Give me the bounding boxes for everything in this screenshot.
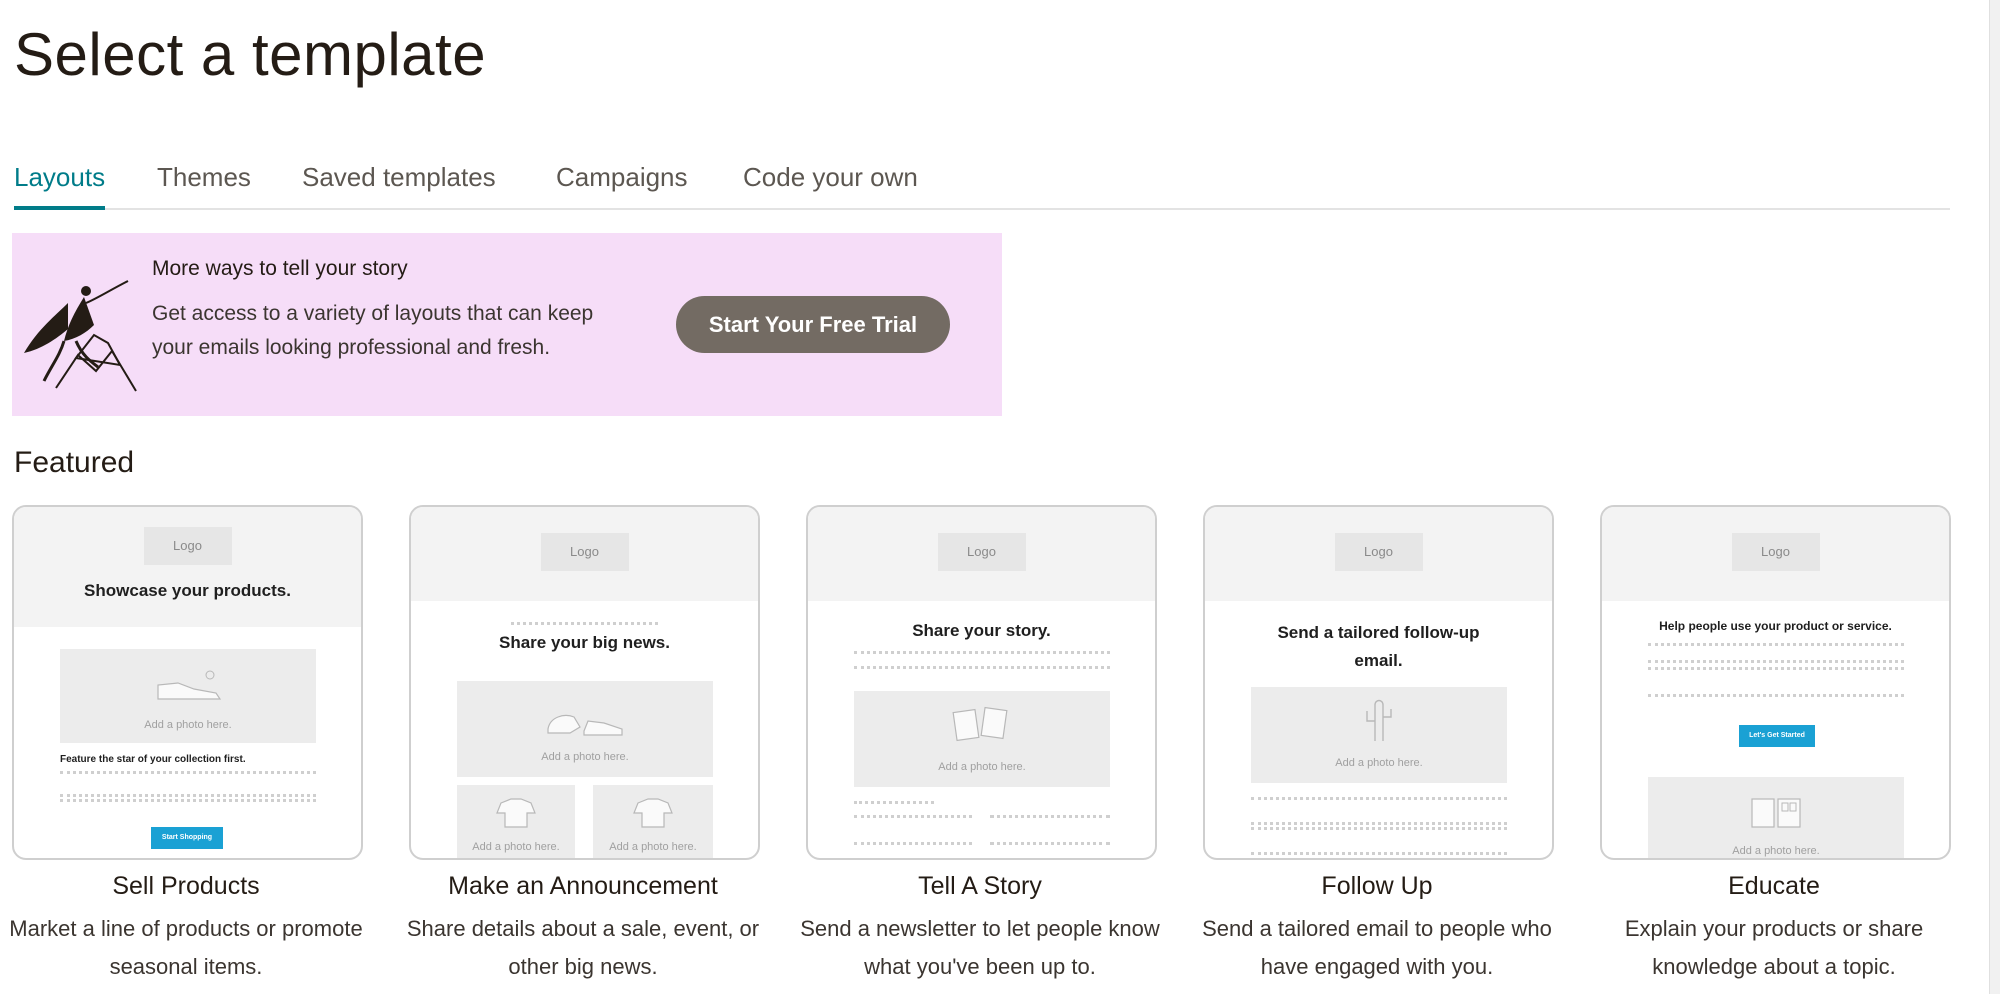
- body-text-placeholder: [1648, 643, 1904, 663]
- body-text-placeholder: [854, 651, 1110, 669]
- photo-placeholder: Add a photo here.: [854, 691, 1110, 787]
- page-scrollbar[interactable]: [1989, 0, 2000, 994]
- photo-placeholder-label: Add a photo here.: [144, 719, 232, 731]
- section-label-placeholder: [854, 801, 934, 804]
- shirt-icon: [496, 798, 536, 828]
- template-preview-header: Logo: [1602, 507, 1949, 601]
- template-card-make-an-announcement[interactable]: Logo Share your big news. Add a photo he…: [409, 505, 760, 860]
- book-icon: [1751, 798, 1801, 828]
- card-description-sell-products: Market a line of products or promote sea…: [9, 916, 363, 979]
- body-text-placeholder: [60, 799, 316, 814]
- photo-placeholder-label: Add a photo here.: [541, 751, 629, 763]
- body-text-placeholder: [1251, 827, 1507, 855]
- template-preview-headline: Showcase your products.: [84, 581, 291, 600]
- photo-placeholder: Add a photo here.: [60, 649, 316, 743]
- template-card-sell-products[interactable]: Logo Showcase your products. Add a photo…: [12, 505, 363, 860]
- card-title-make-an-announcement[interactable]: Make an Announcement: [383, 872, 783, 901]
- logo-placeholder: Logo: [937, 533, 1026, 571]
- template-preview-subheading: Feature the star of your collection firs…: [60, 754, 246, 765]
- card-description-make-an-announcement: Share details about a sale, event, or ot…: [406, 916, 760, 979]
- photo-placeholder: Add a photo here.: [457, 785, 575, 858]
- tab-saved-templates[interactable]: Saved templates: [302, 160, 496, 206]
- body-text-placeholder: [1648, 667, 1904, 697]
- tab-layouts[interactable]: Layouts: [14, 160, 106, 210]
- card-description-educate: Explain your products or share knowledge…: [1624, 916, 1924, 979]
- template-cta-button: Let's Get Started: [1739, 725, 1815, 747]
- cards-icon: [952, 706, 1008, 742]
- template-preview-headline: Help people use your product or service.: [1659, 619, 1892, 633]
- promo-heading: More ways to tell your story: [152, 257, 408, 280]
- logo-placeholder: Logo: [1731, 533, 1820, 571]
- card-description-tell-a-story: Send a newsletter to let people know wha…: [800, 916, 1160, 979]
- template-preview-headline: Send a tailored follow-up email.: [1277, 623, 1480, 670]
- logo-placeholder: Logo: [1334, 533, 1423, 571]
- template-cta-button: Start Shopping: [151, 827, 223, 849]
- upgrade-promo-banner: More ways to tell your story Get access …: [12, 233, 1002, 416]
- template-card-follow-up[interactable]: Logo Send a tailored follow-up email. Ad…: [1203, 505, 1554, 860]
- template-card-educate[interactable]: Logo Help people use your product or ser…: [1600, 505, 1951, 860]
- tab-campaigns[interactable]: Campaigns: [556, 160, 688, 206]
- climber-illustration-icon: [24, 280, 137, 392]
- body-text-placeholder: [60, 771, 316, 797]
- page-title: Select a template: [14, 21, 487, 88]
- photo-placeholder: Add a photo here.: [1251, 687, 1507, 783]
- featured-section-title: Featured: [14, 446, 135, 479]
- tab-themes[interactable]: Themes: [157, 160, 251, 206]
- template-card-tell-a-story[interactable]: Logo Share your story. Add a photo here.: [806, 505, 1157, 860]
- card-title-educate[interactable]: Educate: [1574, 872, 1974, 901]
- promo-body: Get access to a variety of layouts that …: [152, 302, 594, 359]
- photo-placeholder: Add a photo here.: [1648, 777, 1904, 858]
- photo-placeholder-label: Add a photo here.: [1732, 845, 1820, 857]
- template-preview-headline: Share your story.: [912, 621, 1051, 640]
- body-text-placeholder: [990, 815, 1110, 845]
- start-free-trial-button[interactable]: Start Your Free Trial: [676, 296, 950, 353]
- card-title-sell-products[interactable]: Sell Products: [0, 872, 386, 901]
- body-text-placeholder: [1251, 797, 1507, 825]
- template-preview-header: Logo: [1205, 507, 1552, 601]
- photo-placeholder-label: Add a photo here.: [938, 761, 1026, 773]
- photo-placeholder-label: Add a photo here.: [1335, 757, 1423, 769]
- shirt-icon: [633, 798, 673, 828]
- body-text-placeholder: [854, 815, 972, 845]
- logo-placeholder: Logo: [540, 533, 629, 571]
- card-title-follow-up[interactable]: Follow Up: [1177, 872, 1577, 901]
- logo-placeholder: Logo: [143, 527, 232, 565]
- template-preview-header: Logo: [808, 507, 1155, 601]
- photo-placeholder-label: Add a photo here.: [609, 841, 697, 853]
- cactus-icon: [1366, 699, 1392, 741]
- template-preview-header: Logo: [411, 507, 758, 601]
- photo-placeholder: Add a photo here.: [593, 785, 713, 858]
- photo-placeholder: Add a photo here.: [457, 681, 713, 777]
- shoes-icon: [547, 714, 623, 736]
- card-description-follow-up: Send a tailored email to people who have…: [1202, 916, 1552, 979]
- template-tabs: Layouts Themes Saved templates Campaigns…: [14, 160, 1950, 210]
- template-preview-headline: Share your big news.: [499, 633, 670, 652]
- shoe-icon: [157, 670, 222, 700]
- subtitle-text-placeholder: [511, 622, 658, 625]
- card-title-tell-a-story[interactable]: Tell A Story: [780, 872, 1180, 901]
- tab-code-your-own[interactable]: Code your own: [743, 160, 918, 206]
- template-preview-header: Logo Showcase your products.: [14, 507, 361, 627]
- photo-placeholder-label: Add a photo here.: [472, 841, 560, 853]
